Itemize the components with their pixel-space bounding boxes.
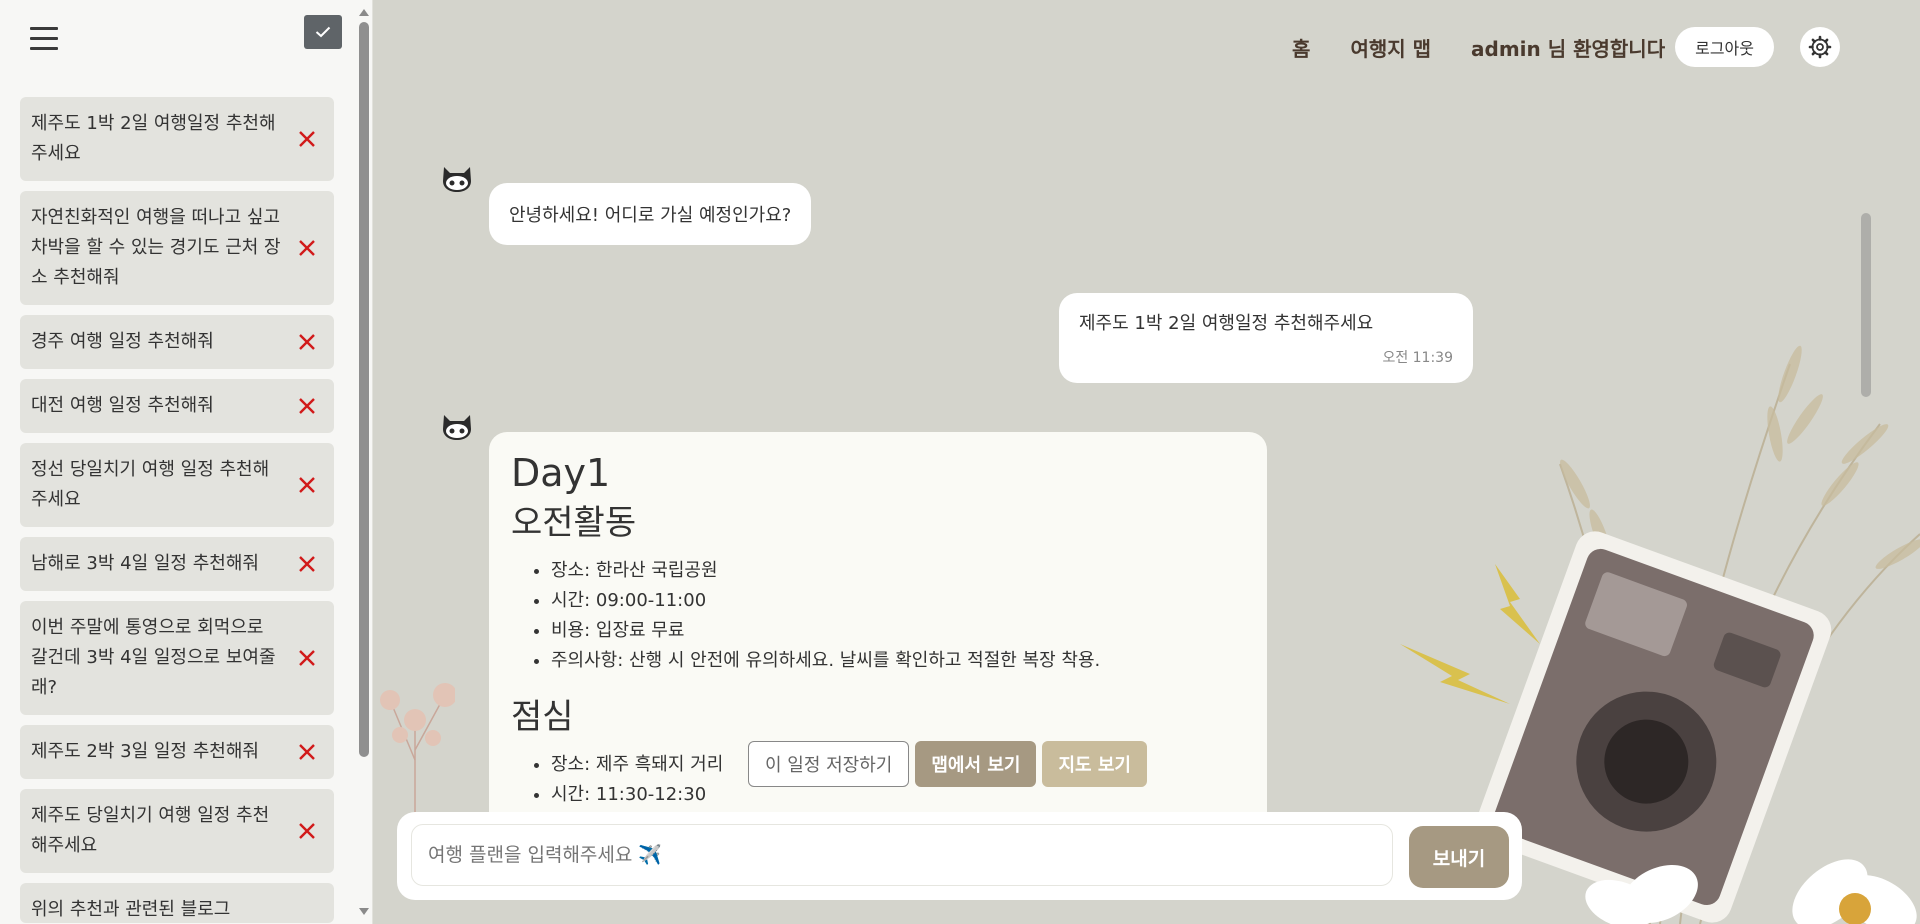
top-nav: 홈 여행지 맵 admin 님 환영합니다 로그아웃 bbox=[1252, 26, 1840, 68]
show-map-button[interactable]: 지도 보기 bbox=[1042, 741, 1147, 787]
history-item[interactable]: 자연친화적인 여행을 떠나고 싶고 차박을 할 수 있는 경기도 근처 장소 추… bbox=[20, 191, 334, 305]
history-item[interactable]: 대전 여행 일정 추천해줘 bbox=[20, 379, 334, 433]
plan-day-title: Day1 bbox=[511, 451, 611, 495]
chat-area: 안녕하세요! 어디로 가실 예정인가요? 제주도 1박 2일 여행일정 추천해주… bbox=[373, 95, 1871, 832]
list-item: 시간: 09:00-11:00 bbox=[551, 586, 1245, 616]
bot-avatar-icon bbox=[443, 415, 471, 440]
history-item-text: 이번 주말에 통영으로 회먹으로 갈건데 3박 4일 일정으로 보여줄래? bbox=[31, 617, 276, 698]
list-item: 비용: 입장료 무료 bbox=[551, 616, 1245, 646]
bot-greeting-bubble: 안녕하세요! 어디로 가실 예정인가요? bbox=[489, 183, 812, 245]
lunch-heading: 점심 bbox=[511, 697, 574, 737]
morning-list: 장소: 한라산 국립공원 시간: 09:00-11:00 비용: 입장료 무료 … bbox=[551, 556, 1245, 676]
message-time: 오전 11:39 bbox=[1382, 350, 1453, 366]
history-item-text: 제주도 당일치기 여행 일정 추천해주세요 bbox=[31, 805, 270, 856]
send-button[interactable]: 보내기 bbox=[1409, 826, 1509, 888]
history-item[interactable]: 제주도 2박 3일 일정 추천해줘 bbox=[20, 725, 334, 779]
chat-scrollbar[interactable] bbox=[1861, 213, 1871, 397]
history-item[interactable]: 경주 여행 일정 추천해줘 bbox=[20, 315, 334, 369]
close-icon[interactable] bbox=[296, 553, 318, 575]
history-item[interactable]: 이번 주말에 통영으로 회먹으로 갈건데 3박 4일 일정으로 보여줄래? bbox=[20, 601, 334, 715]
history-item-text: 위의 추천과 관련된 블로그 bbox=[31, 899, 231, 920]
close-icon[interactable] bbox=[296, 647, 318, 669]
scrollbar-thumb[interactable] bbox=[359, 22, 369, 757]
history-item-text: 경주 여행 일정 추천해줘 bbox=[31, 331, 214, 352]
scroll-up-icon[interactable] bbox=[359, 9, 369, 16]
history-item[interactable]: 정선 당일치기 여행 일정 추천해주세요 bbox=[20, 443, 334, 527]
morning-heading: 오전활동 bbox=[511, 503, 637, 543]
close-icon[interactable] bbox=[296, 820, 318, 842]
history-item[interactable]: 남해로 3박 4일 일정 추천해줘 bbox=[20, 537, 334, 591]
nav-home-link[interactable]: 홈 bbox=[1292, 33, 1310, 62]
history-item[interactable]: 제주도 1박 2일 여행일정 추천해주세요 bbox=[20, 97, 334, 181]
menu-icon[interactable] bbox=[30, 27, 58, 55]
close-icon[interactable] bbox=[296, 474, 318, 496]
close-icon[interactable] bbox=[296, 741, 318, 763]
sidebar-scrollbar[interactable] bbox=[357, 0, 371, 924]
history-item-text: 자연친화적인 여행을 떠나고 싶고 차박을 할 수 있는 경기도 근처 장소 추… bbox=[31, 207, 281, 288]
view-on-map-button[interactable]: 맵에서 보기 bbox=[915, 741, 1037, 787]
check-button[interactable] bbox=[304, 15, 342, 49]
settings-button[interactable] bbox=[1800, 27, 1840, 67]
user-message-text: 제주도 1박 2일 여행일정 추천해주세요 bbox=[1079, 313, 1374, 334]
save-plan-button[interactable]: 이 일정 저장하기 bbox=[748, 741, 910, 787]
close-icon[interactable] bbox=[296, 237, 318, 259]
chat-input[interactable] bbox=[411, 824, 1393, 886]
close-icon[interactable] bbox=[296, 395, 318, 417]
history-list: 제주도 1박 2일 여행일정 추천해주세요 자연친화적인 여행을 떠나고 싶고 … bbox=[20, 97, 334, 924]
history-item-text: 대전 여행 일정 추천해줘 bbox=[31, 395, 214, 416]
chat-input-bar: 보내기 bbox=[397, 812, 1522, 900]
history-item-text: 제주도 1박 2일 여행일정 추천해주세요 bbox=[31, 113, 276, 164]
logout-button[interactable]: 로그아웃 bbox=[1675, 27, 1774, 67]
history-item-text: 남해로 3박 4일 일정 추천해줘 bbox=[31, 553, 259, 574]
list-item: 장소: 한라산 국립공원 bbox=[551, 556, 1245, 586]
history-item[interactable]: 제주도 당일치기 여행 일정 추천해주세요 bbox=[20, 789, 334, 873]
check-icon bbox=[315, 26, 331, 38]
bot-avatar-icon bbox=[443, 167, 471, 192]
plan-actions: 이 일정 저장하기 맵에서 보기 지도 보기 bbox=[748, 741, 1147, 787]
scroll-down-icon[interactable] bbox=[359, 908, 369, 915]
history-item-text: 제주도 2박 3일 일정 추천해줘 bbox=[31, 741, 259, 762]
history-item[interactable]: 위의 추천과 관련된 블로그 bbox=[20, 883, 334, 923]
history-sidebar: 제주도 1박 2일 여행일정 추천해주세요 자연친화적인 여행을 떠나고 싶고 … bbox=[0, 0, 373, 924]
user-message-bubble: 제주도 1박 2일 여행일정 추천해주세요 오전 11:39 bbox=[1059, 293, 1473, 383]
gear-icon bbox=[1808, 35, 1832, 59]
close-icon[interactable] bbox=[296, 128, 318, 150]
nav-map-link[interactable]: 여행지 맵 bbox=[1350, 33, 1431, 62]
history-item-text: 정선 당일치기 여행 일정 추천해주세요 bbox=[31, 459, 270, 510]
bot-greeting-text: 안녕하세요! 어디로 가실 예정인가요? bbox=[509, 205, 792, 226]
close-icon[interactable] bbox=[296, 331, 318, 353]
list-item: 주의사항: 산행 시 안전에 유의하세요. 날씨를 확인하고 적절한 복장 착용… bbox=[551, 646, 1245, 676]
welcome-text: admin 님 환영합니다 bbox=[1471, 36, 1666, 61]
